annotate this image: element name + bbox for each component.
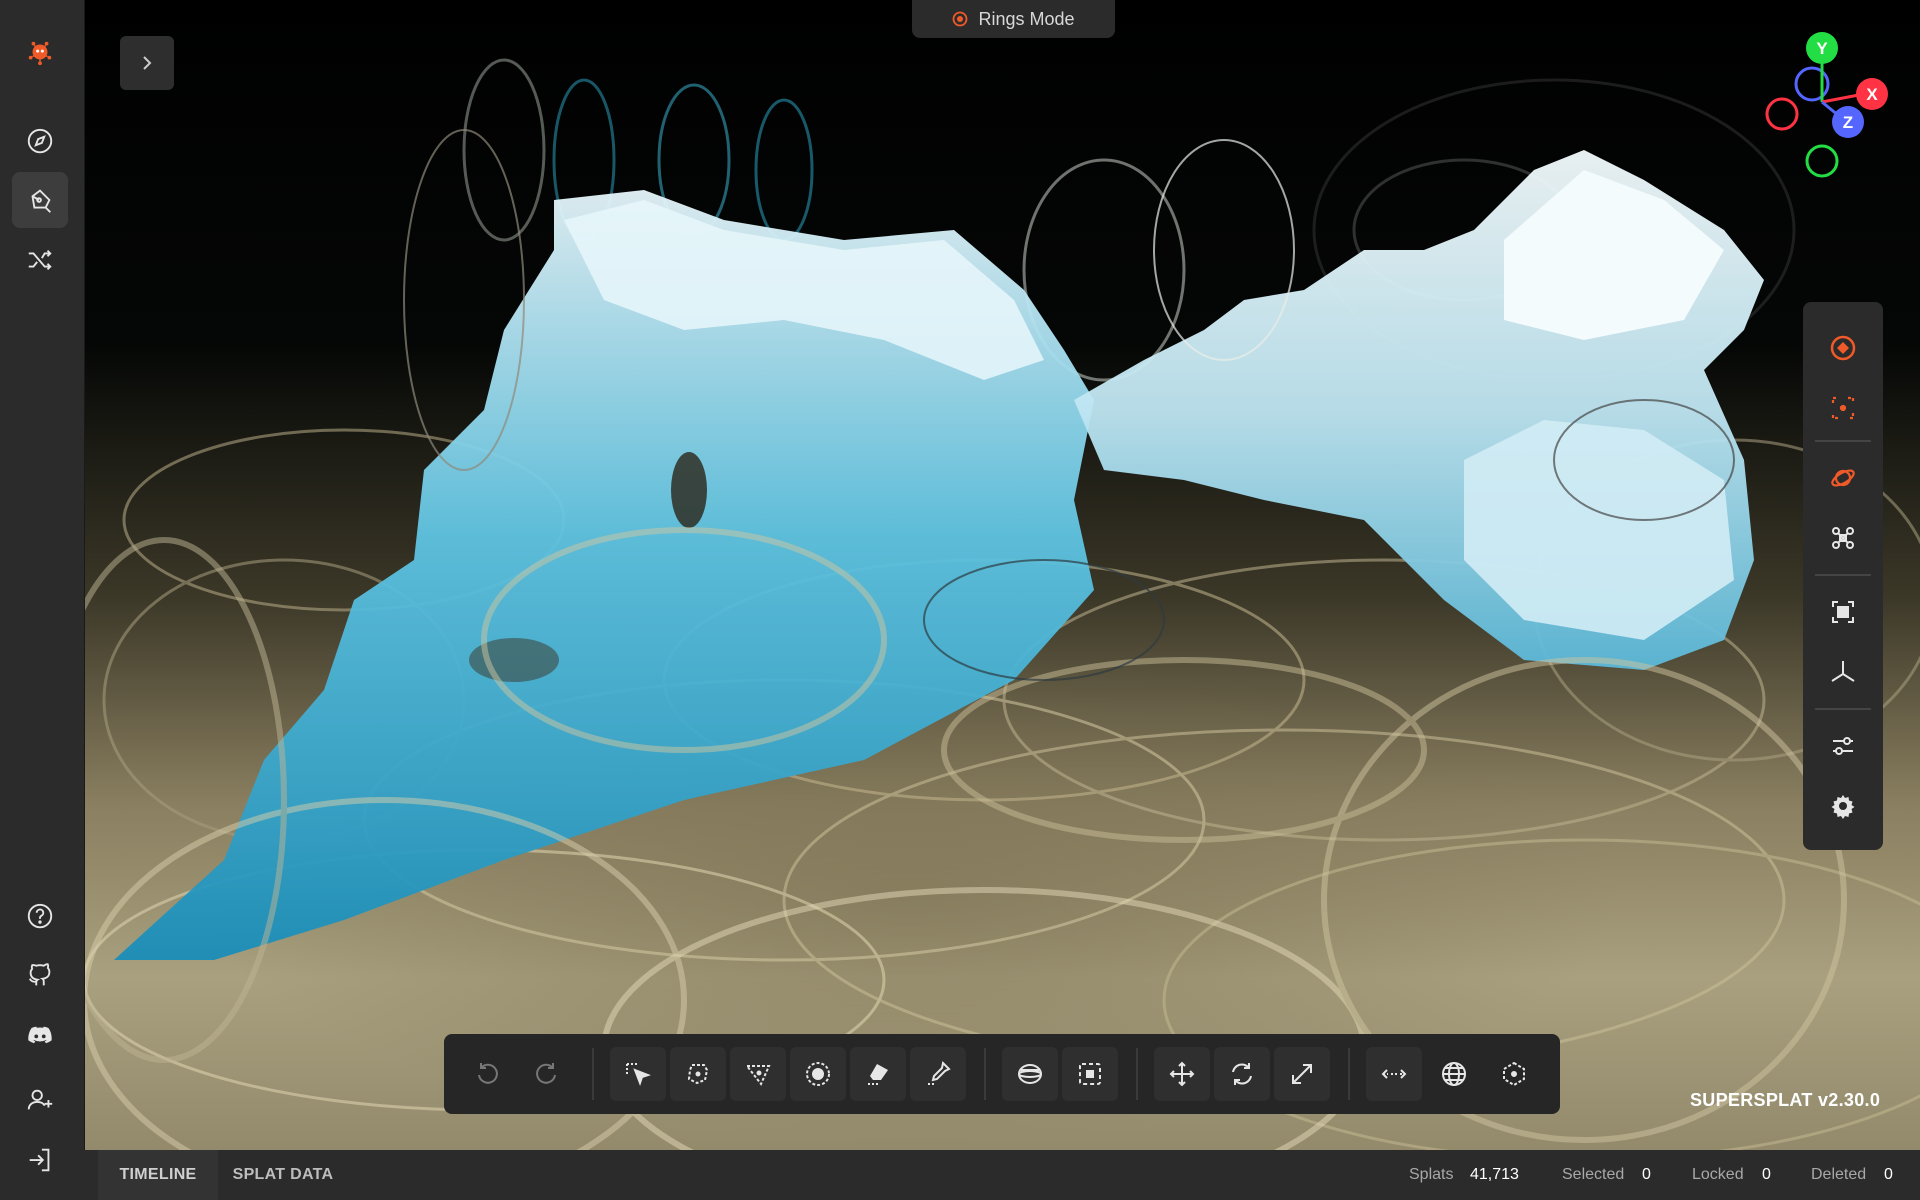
right-toolbar	[1803, 302, 1883, 850]
eyedropper-select-icon[interactable]	[910, 1047, 966, 1101]
centers-mode-icon[interactable]	[1819, 384, 1867, 432]
rings-mode-icon[interactable]	[1819, 324, 1867, 372]
rings-mode-icon	[953, 11, 968, 27]
splats-count: 41,713	[1470, 1166, 1519, 1183]
3d-viewport[interactable]: Y X Z	[84, 0, 1920, 1150]
locked-label: Locked	[1692, 1166, 1744, 1183]
log-in-icon[interactable]	[12, 1132, 68, 1188]
compass-icon[interactable]	[12, 113, 68, 169]
world-space-icon[interactable]	[1426, 1047, 1482, 1101]
bottom-toolbar	[444, 1034, 1560, 1114]
polygon-select-icon[interactable]	[730, 1047, 786, 1101]
supersplat-logo-icon[interactable]	[12, 24, 68, 80]
box-select-icon[interactable]	[1062, 1047, 1118, 1101]
svg-text:Z: Z	[1843, 113, 1853, 132]
local-space-icon[interactable]	[1366, 1047, 1422, 1101]
tab-splat-data[interactable]: SPLAT DATA	[218, 1150, 348, 1200]
picker-select-icon[interactable]	[610, 1047, 666, 1101]
scale-icon[interactable]	[1274, 1047, 1330, 1101]
status-bar: TIMELINE SPLAT DATA Splats 41,713 Select…	[84, 1150, 1920, 1200]
selected-count: 0	[1642, 1166, 1651, 1183]
svg-text:Y: Y	[1816, 39, 1828, 58]
focus-frame-icon[interactable]	[1819, 588, 1867, 636]
tab-timeline[interactable]: TIMELINE	[98, 1150, 218, 1200]
selected-label: Selected	[1562, 1166, 1625, 1183]
neg-y-handle	[1805, 144, 1839, 178]
view-options-icon[interactable]	[1819, 722, 1867, 770]
eraser-select-icon[interactable]	[850, 1047, 906, 1101]
fly-camera-icon[interactable]	[1819, 514, 1867, 562]
brush-select-icon[interactable]	[790, 1047, 846, 1101]
neg-x-handle	[1765, 97, 1799, 131]
undo-icon[interactable]	[459, 1047, 515, 1101]
sphere-select-icon[interactable]	[1002, 1047, 1058, 1101]
move-icon[interactable]	[1154, 1047, 1210, 1101]
orientation-gizmo[interactable]: Y X Z	[1744, 24, 1894, 184]
splats-label: Splats	[1409, 1166, 1454, 1183]
deleted-label: Deleted	[1811, 1166, 1867, 1183]
version-label: SUPERSPLAT v2.30.0	[1690, 1090, 1881, 1110]
deleted-count: 0	[1884, 1166, 1893, 1183]
axes-icon[interactable]	[1819, 648, 1867, 696]
splat-scene[interactable]	[84, 0, 1920, 1150]
expand-panel-button[interactable]	[120, 36, 174, 90]
chevron-right-icon	[143, 56, 152, 70]
left-sidebar	[0, 0, 85, 1200]
settings-gear-icon[interactable]	[1819, 782, 1867, 830]
orbit-camera-icon[interactable]	[1819, 454, 1867, 502]
mode-indicator: Rings Mode	[912, 0, 1115, 38]
shuffle-icon[interactable]	[12, 232, 68, 288]
github-icon[interactable]	[12, 947, 68, 1003]
pen-tool-icon[interactable]	[12, 172, 68, 228]
locked-count: 0	[1762, 1166, 1771, 1183]
help-circle-icon[interactable]	[12, 888, 68, 944]
bound-center-icon[interactable]	[1486, 1047, 1542, 1101]
rotate-icon[interactable]	[1214, 1047, 1270, 1101]
discord-icon[interactable]	[12, 1007, 68, 1063]
svg-text:X: X	[1866, 85, 1878, 104]
user-plus-icon[interactable]	[12, 1072, 68, 1128]
mode-label: Rings Mode	[978, 8, 1075, 29]
redo-icon[interactable]	[519, 1047, 575, 1101]
lasso-select-icon[interactable]	[670, 1047, 726, 1101]
